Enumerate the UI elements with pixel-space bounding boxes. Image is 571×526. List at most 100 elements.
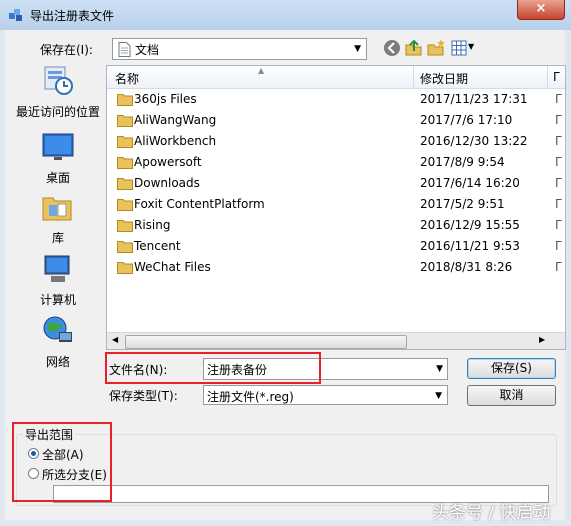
computer-icon: [44, 255, 70, 282]
file-type-truncated: Г: [555, 260, 563, 274]
place-recent[interactable]: 最近访问的位置: [10, 64, 106, 120]
file-type-truncated: Г: [555, 218, 563, 232]
table-row[interactable]: 360js Files 2017/11/23 17:31 Г: [107, 89, 565, 110]
place-label: 库: [51, 231, 64, 245]
file-date: 2018/8/31 8:26: [420, 260, 513, 274]
file-list-header: ▲ 名称 修改日期 Г: [107, 66, 565, 89]
save-in-value: 文档: [135, 43, 160, 57]
column-divider[interactable]: [547, 66, 548, 88]
cancel-button[interactable]: 取消: [467, 385, 556, 406]
back-icon[interactable]: [382, 38, 402, 58]
new-folder-icon[interactable]: [426, 38, 446, 58]
place-desktop[interactable]: 桌面: [10, 130, 106, 186]
folder-icon: [117, 262, 133, 274]
file-name: WeChat Files: [134, 260, 211, 274]
save-button[interactable]: 保存(S): [467, 358, 556, 379]
folder-icon: [117, 115, 133, 127]
folder-icon: [117, 136, 133, 148]
file-date: 2016/11/21 9:53: [420, 239, 520, 253]
file-name: Rising: [134, 218, 171, 232]
file-type-truncated: Г: [555, 239, 563, 253]
folder-icon: [117, 178, 133, 190]
filetype-label: 保存类型(T):: [109, 389, 178, 403]
save-in-dropdown[interactable]: 文档 ▼: [112, 38, 367, 60]
file-type-truncated: Г: [555, 155, 563, 169]
file-name: AliWorkbench: [134, 134, 217, 148]
registry-editor-icon: [9, 9, 22, 21]
file-date: 2016/12/30 13:22: [420, 134, 528, 148]
table-row[interactable]: Tencent 2016/11/21 9:53 Г: [107, 236, 565, 257]
file-date: 2017/6/14 16:20: [420, 176, 520, 190]
up-folder-icon[interactable]: [404, 38, 424, 58]
place-network[interactable]: 网络: [10, 314, 106, 370]
file-name: Downloads: [134, 176, 200, 190]
window-title: 导出注册表文件: [30, 9, 115, 23]
chevron-down-icon[interactable]: ▼: [354, 44, 361, 54]
place-libraries[interactable]: 库: [10, 190, 106, 246]
filetype-dropdown[interactable]: 注册文件(*.reg) ▼: [203, 385, 448, 405]
file-type-truncated: Г: [555, 92, 563, 106]
place-label: 最近访问的位置: [15, 105, 100, 119]
view-menu-icon: [451, 40, 467, 56]
chevron-down-icon: ▼: [468, 42, 475, 51]
scroll-left-icon[interactable]: ◀: [112, 335, 118, 344]
file-name: 360js Files: [134, 92, 197, 106]
column-header-date[interactable]: 修改日期: [420, 70, 468, 87]
dialog-body: 保存在(I): 文档 ▼ ▼ 最近访问的位置 桌面 库 计算机 网络 ▲ 名称 …: [5, 30, 566, 520]
file-name: Tencent: [134, 239, 181, 253]
table-row[interactable]: AliWorkbench 2016/12/30 13:22 Г: [107, 131, 565, 152]
horizontal-scrollbar[interactable]: ◀ ▶: [107, 332, 565, 349]
export-registry-dialog: 导出注册表文件 × 保存在(I): 文档 ▼ ▼ 最近访问的位置 桌面 库 计算…: [0, 0, 571, 526]
desktop-icon: [42, 133, 74, 160]
file-type-truncated: Г: [555, 176, 563, 190]
sort-ascending-icon: ▲: [258, 66, 265, 75]
view-menu-button[interactable]: ▼: [451, 38, 477, 58]
table-row[interactable]: WeChat Files 2018/8/31 8:26 Г: [107, 257, 565, 278]
scrollbar-thumb[interactable]: [125, 335, 407, 349]
file-date: 2016/12/9 15:55: [420, 218, 520, 232]
file-date: 2017/5/2 9:51: [420, 197, 505, 211]
places-bar: 最近访问的位置 桌面 库 计算机 网络: [10, 64, 106, 410]
folder-icon: [117, 157, 133, 169]
file-date: 2017/11/23 17:31: [420, 92, 528, 106]
folder-icon: [117, 94, 133, 106]
save-in-label: 保存在(I):: [40, 43, 93, 57]
watermark: 头条号 / 快启动: [432, 503, 551, 523]
place-label: 桌面: [45, 171, 70, 185]
title-bar[interactable]: 导出注册表文件 ×: [0, 0, 571, 30]
file-name: Apowersoft: [134, 155, 202, 169]
place-label: 计算机: [39, 293, 76, 307]
place-computer[interactable]: 计算机: [10, 252, 106, 308]
folder-icon: [117, 199, 133, 211]
column-header-name[interactable]: 名称: [115, 70, 139, 87]
file-list[interactable]: ▲ 名称 修改日期 Г 360js Files 2017/11/23 17:31 Г…: [106, 65, 566, 350]
table-row[interactable]: Downloads 2017/6/14 16:20 Г: [107, 173, 565, 194]
close-button[interactable]: ×: [517, 0, 565, 20]
file-type-truncated: Г: [555, 134, 563, 148]
folder-icon: [117, 220, 133, 232]
file-name: Foxit ContentPlatform: [134, 197, 265, 211]
file-name: AliWangWang: [134, 113, 217, 127]
table-row[interactable]: AliWangWang 2017/7/6 17:10 Г: [107, 110, 565, 131]
column-header-type[interactable]: Г: [553, 70, 560, 84]
file-type-truncated: Г: [555, 113, 563, 127]
network-icon: [43, 316, 72, 342]
file-date: 2017/8/9 9:54: [420, 155, 505, 169]
chevron-down-icon[interactable]: ▼: [436, 364, 443, 374]
recent-places-icon: [44, 66, 73, 95]
chevron-down-icon[interactable]: ▼: [435, 391, 442, 401]
document-icon: [118, 42, 131, 57]
file-date: 2017/7/6 17:10: [420, 113, 513, 127]
table-row[interactable]: Foxit ContentPlatform 2017/5/2 9:51 Г: [107, 194, 565, 215]
table-row[interactable]: Apowersoft 2017/8/9 9:54 Г: [107, 152, 565, 173]
highlight-box: [105, 352, 321, 384]
highlight-box: [12, 422, 112, 502]
folder-icon: [117, 241, 133, 253]
table-row[interactable]: Rising 2016/12/9 15:55 Г: [107, 215, 565, 236]
scroll-right-icon[interactable]: ▶: [539, 335, 545, 344]
place-label: 网络: [45, 355, 70, 369]
file-type-truncated: Г: [555, 197, 563, 211]
filetype-value: 注册文件(*.reg): [207, 390, 294, 404]
libraries-icon: [42, 197, 72, 221]
column-divider[interactable]: [413, 66, 414, 88]
